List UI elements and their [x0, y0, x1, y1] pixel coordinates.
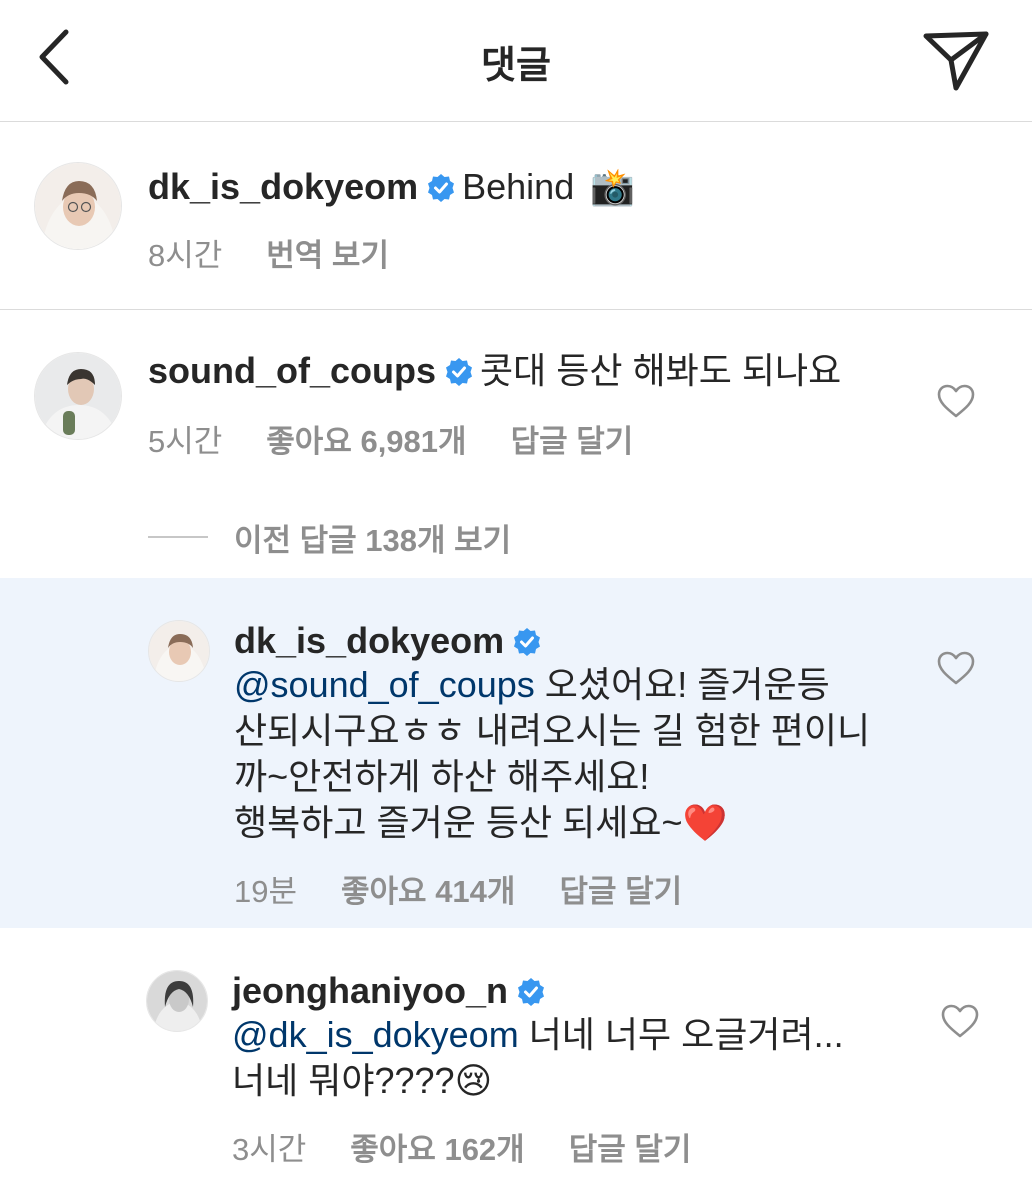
- translate-button[interactable]: 번역 보기: [266, 238, 389, 273]
- crying-face-icon: 😢: [454, 1060, 493, 1101]
- caption-username[interactable]: dk_is_dokyeom: [148, 166, 418, 207]
- view-previous-replies-button[interactable]: 이전 답글 138개 보기: [148, 512, 511, 562]
- reply-text-line: 산되시구요ㅎㅎ 내려오시는 길 험한 편이니: [234, 710, 871, 751]
- reply-username[interactable]: dk_is_dokyeom: [234, 620, 504, 661]
- comment-time: 5시간: [148, 424, 223, 459]
- verified-badge-icon: [446, 358, 473, 386]
- comment-username[interactable]: sound_of_coups: [148, 350, 436, 391]
- caption-text: Behind: [462, 166, 575, 207]
- heart-icon[interactable]: [936, 650, 976, 686]
- avatar[interactable]: [34, 352, 122, 440]
- divider: [148, 536, 208, 538]
- heart-icon[interactable]: [940, 1003, 980, 1039]
- red-heart-icon: ❤️: [682, 802, 728, 843]
- camera-flash-icon: 📸: [590, 166, 636, 207]
- reply-time: 3시간: [232, 1132, 307, 1167]
- avatar[interactable]: [34, 162, 122, 250]
- mention-link[interactable]: @sound_of_coups: [234, 664, 535, 705]
- highlighted-reply: dk_is_dokyeom @sound_of_coups 오셨어요! 즐거운등…: [0, 578, 1032, 928]
- caption-time: 8시간: [148, 238, 223, 273]
- header: 댓글: [0, 0, 1032, 122]
- avatar[interactable]: [146, 970, 208, 1032]
- reply-time: 19분: [234, 874, 298, 909]
- like-count[interactable]: 좋아요 6,981개: [266, 424, 466, 459]
- reply-text-line: 행복하고 즐거운 등산 되세요~: [234, 802, 683, 843]
- reply-text-line: 까~안전하게 하산 해주세요!: [234, 756, 650, 797]
- verified-badge-icon: [518, 978, 545, 1006]
- reply-button[interactable]: 답글 달기: [559, 874, 682, 909]
- reply-text-line: 너네 뭐야????: [232, 1060, 455, 1101]
- verified-badge-icon: [428, 174, 455, 202]
- verified-badge-icon: [514, 628, 541, 656]
- reply-text-line: 오셨어요! 즐거운등: [534, 664, 830, 705]
- comment-text: 콧대 등산 해봐도 되나요: [480, 350, 842, 391]
- avatar[interactable]: [148, 620, 210, 682]
- post-caption: dk_is_dokyeom Behind 📸 8시간 번역 보기: [0, 122, 1032, 310]
- reply-text-line: 너네 너무 오글거려...: [518, 1014, 844, 1055]
- heart-icon[interactable]: [936, 383, 976, 419]
- view-previous-replies-label: 이전 답글 138개 보기: [234, 522, 512, 558]
- paper-plane-icon: [923, 31, 989, 91]
- page-title: 댓글: [481, 45, 551, 87]
- share-button[interactable]: [918, 22, 994, 94]
- reply-button[interactable]: 답글 달기: [511, 424, 634, 459]
- mention-link[interactable]: @dk_is_dokyeom: [232, 1014, 519, 1055]
- like-count[interactable]: 좋아요 162개: [350, 1132, 524, 1167]
- reply-username[interactable]: jeonghaniyoo_n: [232, 970, 508, 1011]
- like-count[interactable]: 좋아요 414개: [341, 874, 515, 909]
- reply-button[interactable]: 답글 달기: [569, 1132, 692, 1167]
